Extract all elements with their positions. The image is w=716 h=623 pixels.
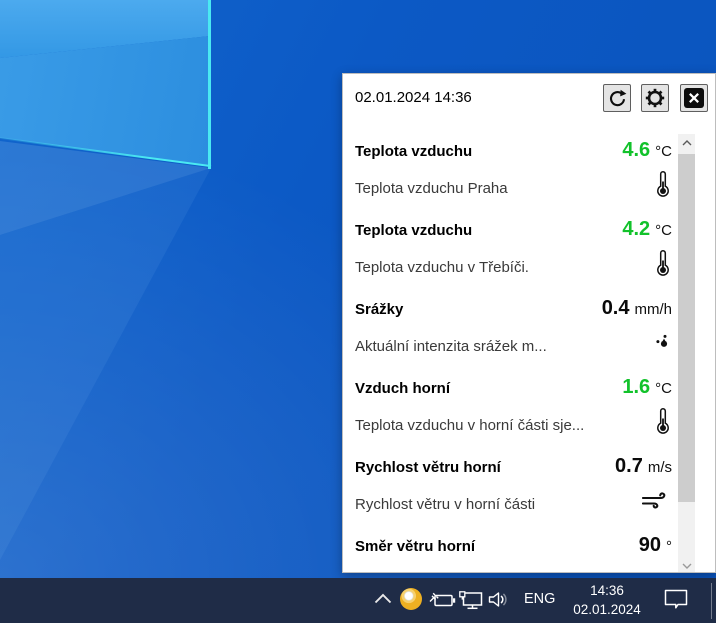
thermometer-icon: [656, 249, 670, 277]
scrollbar[interactable]: [678, 134, 695, 573]
scrollbar-up-arrow[interactable]: [678, 134, 695, 151]
taskbar-clock[interactable]: 14:36 02.01.2024: [563, 581, 651, 619]
close-icon: [684, 88, 704, 108]
scrollbar-down-arrow[interactable]: [678, 557, 695, 573]
item-title: Rychlost větru horní: [355, 459, 501, 476]
gear-icon: [645, 88, 665, 108]
item-title: Směr větru horní: [355, 538, 475, 555]
item-value-unit: °: [666, 538, 672, 555]
refresh-icon: [608, 89, 627, 108]
weather-item[interactable]: Teplota vzduchu 4.2 °C Teplota vzduchu v…: [355, 213, 672, 292]
weather-item[interactable]: Srážky 0.4 mm/h Aktuální intenzita sráže…: [355, 292, 672, 371]
item-value-number: 0.7: [615, 455, 643, 478]
scrollbar-thumb[interactable]: [678, 154, 695, 502]
item-value: 4.6 °C: [622, 139, 672, 162]
item-subtitle: Teplota vzduchu Praha: [355, 180, 508, 197]
item-value-number: 1.6: [622, 376, 650, 399]
weather-item[interactable]: Směr větru horní 90 °: [355, 529, 672, 573]
item-value-number: 0.4: [602, 297, 630, 320]
item-value: 0.4 mm/h: [602, 297, 672, 320]
clock-time: 14:36: [563, 581, 651, 600]
hidden-icons-caret-icon[interactable]: [374, 593, 392, 604]
panel-datetime: 02.01.2024 14:36: [355, 89, 472, 106]
raindrops-icon: [655, 334, 670, 349]
item-value-unit: °C: [655, 143, 672, 160]
item-title: Vzduch horní: [355, 380, 450, 397]
item-value-number: 4.2: [622, 218, 650, 241]
wind-icon: [642, 492, 670, 509]
item-value-unit: °C: [655, 380, 672, 397]
item-value: 0.7 m/s: [615, 455, 672, 478]
item-value-unit: °C: [655, 222, 672, 239]
item-value-unit: m/s: [648, 459, 672, 476]
item-value-unit: mm/h: [635, 301, 673, 318]
item-subtitle: Aktuální intenzita srážek m...: [355, 338, 547, 355]
item-subtitle: Teplota vzduchu v Třebíči.: [355, 259, 529, 276]
item-value: 1.6 °C: [622, 376, 672, 399]
language-indicator[interactable]: ENG: [524, 591, 555, 607]
item-title: Teplota vzduchu: [355, 143, 472, 160]
item-value-number: 4.6: [622, 139, 650, 162]
settings-button[interactable]: [641, 84, 669, 112]
weather-app-tray-icon[interactable]: [400, 588, 422, 610]
taskbar: ENG 14:36 02.01.2024: [0, 578, 716, 623]
item-value-number: 90: [639, 534, 661, 557]
item-value: 4.2 °C: [622, 218, 672, 241]
volume-icon[interactable]: [488, 591, 510, 608]
clock-date: 02.01.2024: [563, 600, 651, 619]
item-value: 90 °: [639, 534, 672, 557]
weather-item[interactable]: Teplota vzduchu 4.6 °C Teplota vzduchu P…: [355, 134, 672, 213]
weather-item[interactable]: Rychlost větru horní 0.7 m/s Rychlost vě…: [355, 450, 672, 529]
thermometer-icon: [656, 170, 670, 198]
action-center-icon[interactable]: [664, 589, 689, 611]
chevron-down-icon: [682, 563, 692, 569]
item-title: Srážky: [355, 301, 403, 318]
battery-icon[interactable]: [429, 591, 456, 608]
item-subtitle: Rychlost větru v horní části: [355, 496, 535, 513]
item-subtitle: Teplota vzduchu v horní části sje...: [355, 417, 584, 434]
weather-item[interactable]: Vzduch horní 1.6 °C Teplota vzduchu v ho…: [355, 371, 672, 450]
network-icon[interactable]: [459, 591, 483, 610]
thermometer-icon: [656, 407, 670, 435]
item-title: Teplota vzduchu: [355, 222, 472, 239]
refresh-button[interactable]: [603, 84, 631, 112]
close-button[interactable]: [680, 84, 708, 112]
weather-widget-panel: 02.01.2024 14:36: [342, 73, 716, 573]
chevron-up-icon: [682, 140, 692, 146]
show-desktop-button[interactable]: [711, 583, 712, 619]
wallpaper-cyan-edge-vertical: [208, 0, 211, 169]
